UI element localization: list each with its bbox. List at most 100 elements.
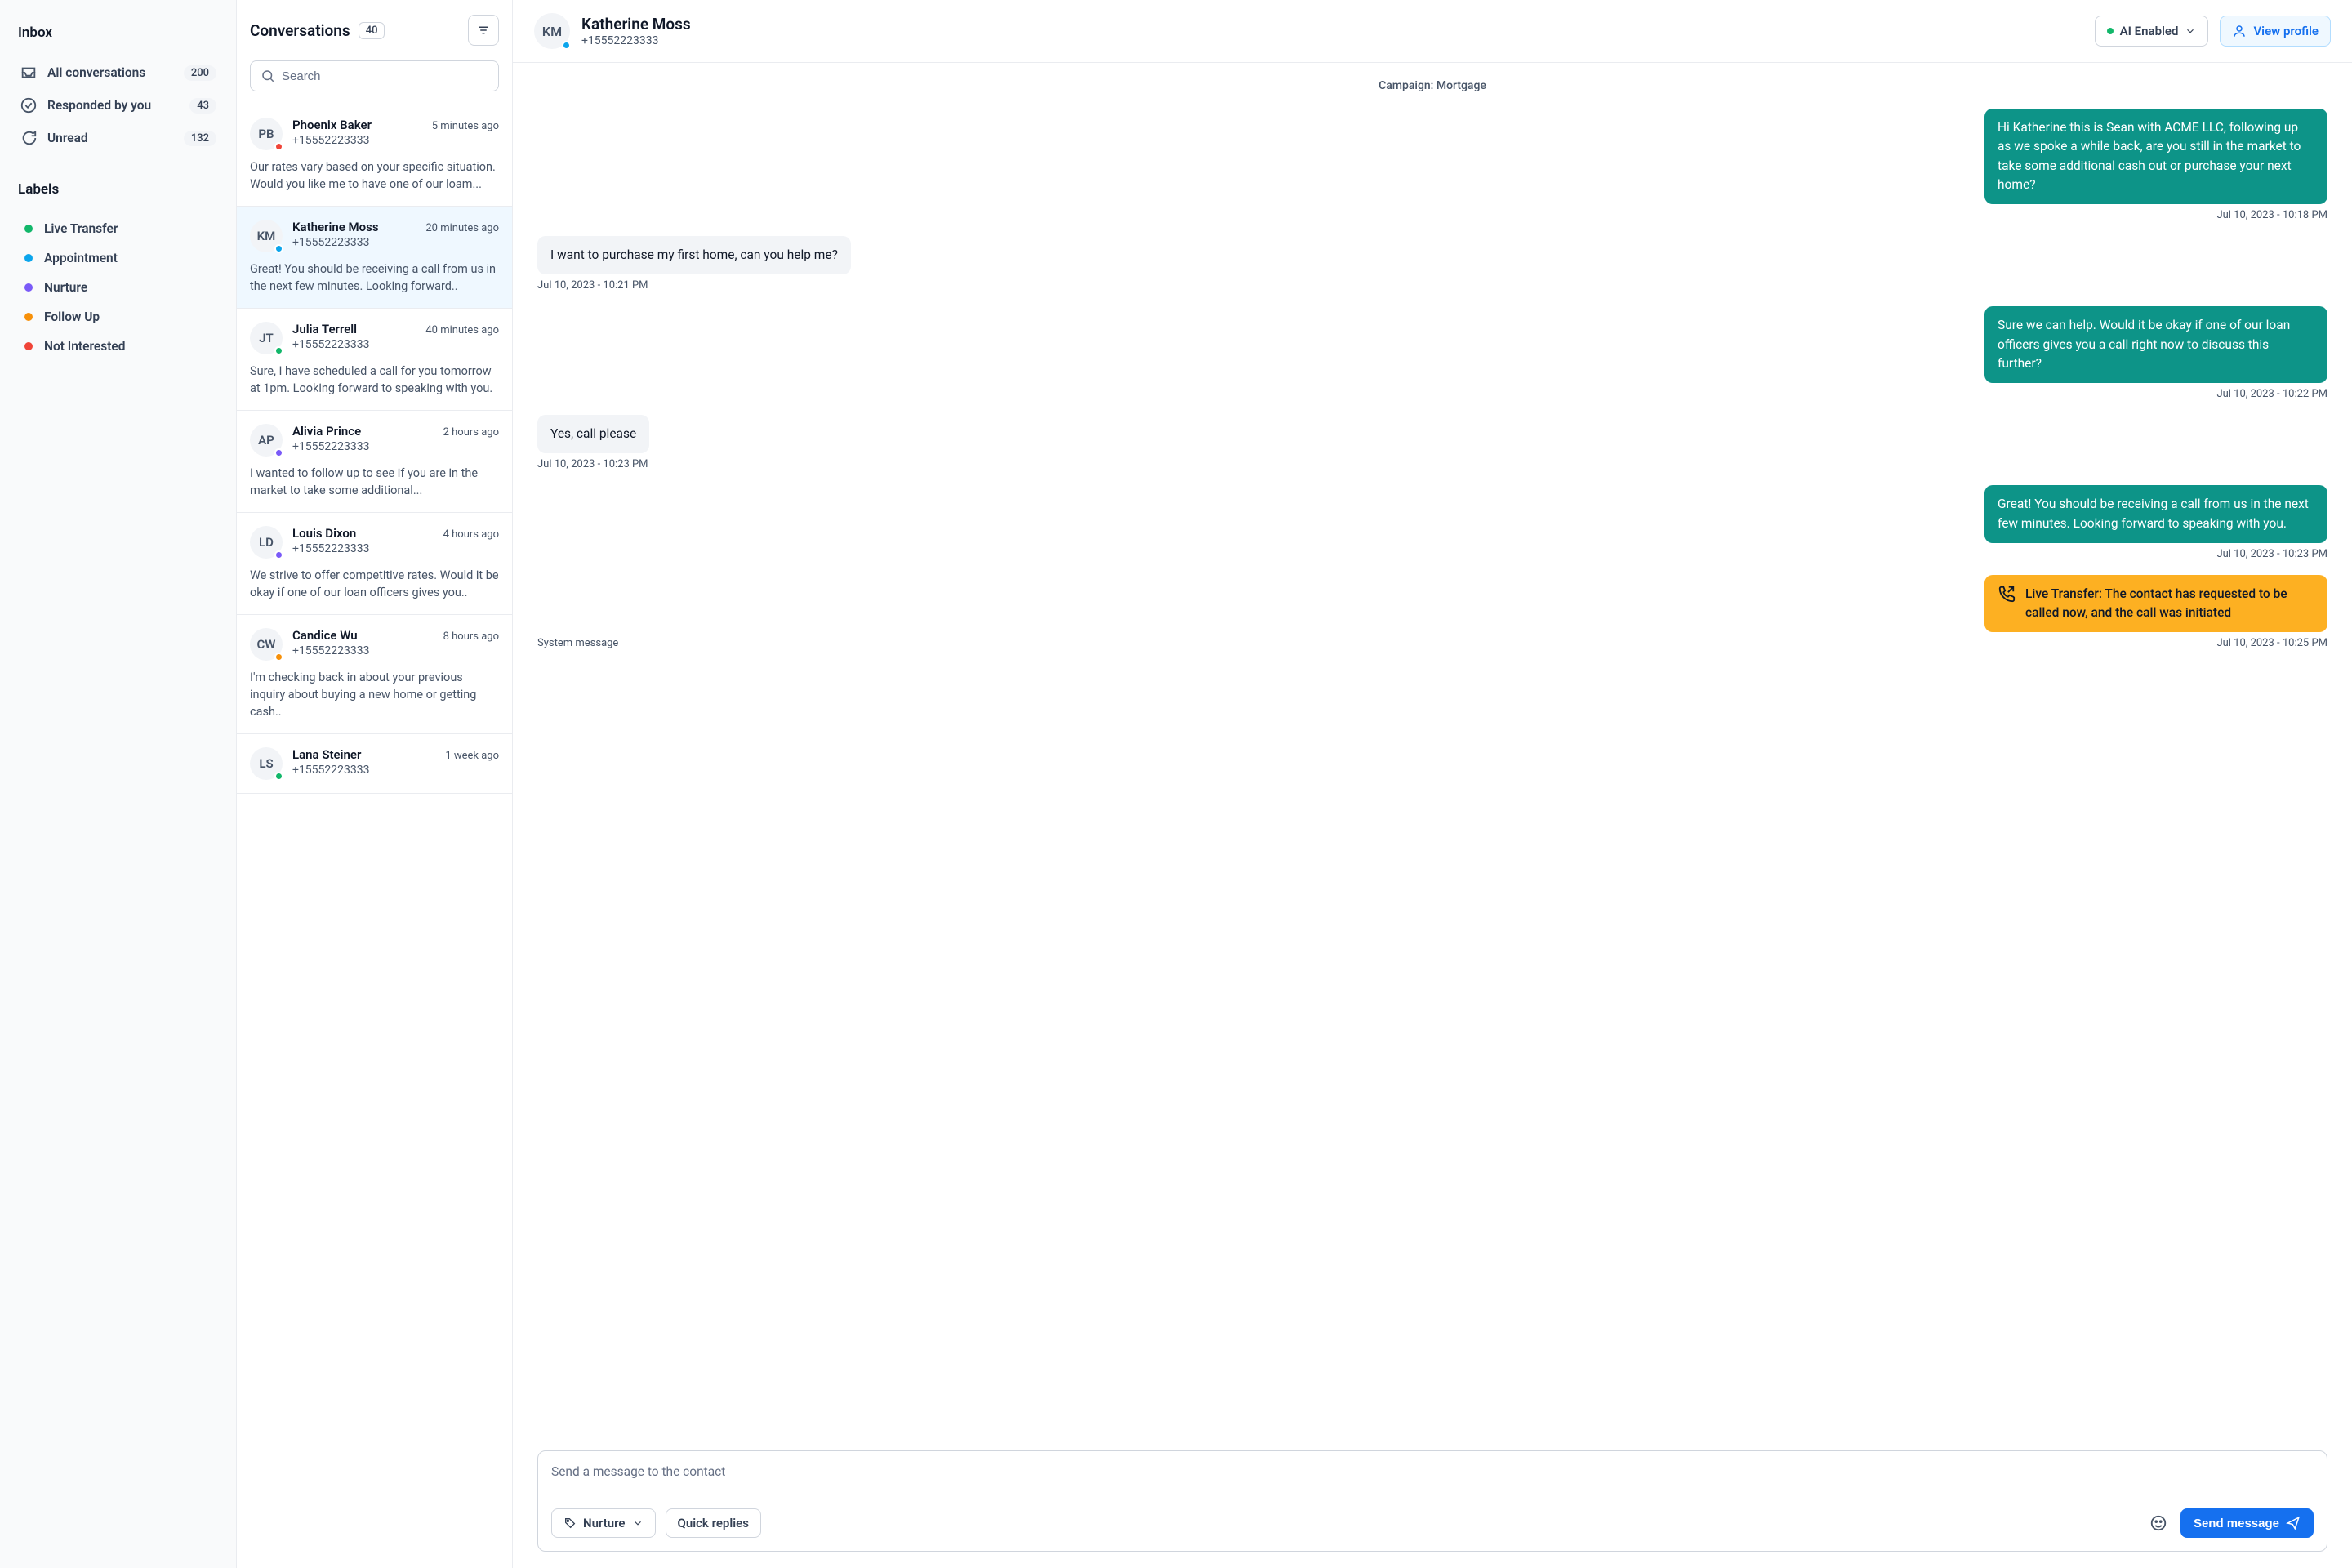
conversation-phone: +15552223333 <box>292 134 499 147</box>
nav-all-conversations[interactable]: All conversations 200 <box>15 57 221 88</box>
inbox-icon <box>20 64 38 82</box>
message-time: Jul 10, 2023 - 10:18 PM <box>537 209 2328 221</box>
message-time: Jul 10, 2023 - 10:22 PM <box>537 388 2328 400</box>
label-dot-icon <box>24 342 33 350</box>
avatar: LD <box>250 526 283 559</box>
status-dot <box>274 772 283 781</box>
contact-phone: +15552223333 <box>581 34 691 47</box>
nav-unread[interactable]: Unread 132 <box>15 122 221 154</box>
chevron-down-icon <box>632 1517 644 1529</box>
status-dot <box>274 448 283 457</box>
filter-button[interactable] <box>468 15 499 46</box>
conversation-list: PB Phoenix Baker 5 minutes ago +15552223333… <box>237 105 512 1568</box>
tag-select-button[interactable]: Nurture <box>551 1508 656 1538</box>
labels-heading: Labels <box>15 181 221 198</box>
search-wrapper <box>250 60 499 91</box>
conversation-time: 1 week ago <box>445 750 499 762</box>
chevron-down-icon <box>2185 25 2196 37</box>
conversation-item[interactable]: LSLana Steiner1 week ago+15552223333 <box>237 734 512 794</box>
composer: Nurture Quick replies Send message <box>537 1450 2328 1552</box>
conversation-phone: +15552223333 <box>292 236 499 249</box>
quick-replies-button[interactable]: Quick replies <box>666 1508 761 1538</box>
messages-area[interactable]: Campaign: Mortgage Hi Katherine this is … <box>513 63 2352 1450</box>
conversation-item[interactable]: JT Julia Terrell 40 minutes ago +1555222333… <box>237 309 512 411</box>
conversation-item[interactable]: LDLouis Dixon4 hours ago+15552223333We s… <box>237 513 512 615</box>
status-dot <box>274 142 283 151</box>
reply-icon <box>20 96 38 114</box>
label-item[interactable]: Nurture <box>15 273 221 302</box>
filter-icon <box>476 23 491 38</box>
search-icon <box>261 69 275 83</box>
conversation-phone: +15552223333 <box>292 542 499 555</box>
status-dot <box>274 346 283 355</box>
status-dot <box>562 41 571 50</box>
avatar-initials: CW <box>257 637 276 652</box>
message-time: Jul 10, 2023 - 10:21 PM <box>537 279 2328 292</box>
conversation-time: 40 minutes ago <box>425 324 499 336</box>
conversation-time: 4 hours ago <box>443 528 499 541</box>
conversation-preview: Our rates vary based on your specific si… <box>250 158 499 193</box>
avatar: JT <box>250 322 283 354</box>
conversation-phone: +15552223333 <box>292 644 499 657</box>
send-button[interactable]: Send message <box>2180 1508 2314 1538</box>
conversation-item[interactable]: APAlivia Prince2 hours ago+15552223333I … <box>237 411 512 513</box>
avatar-initials: PB <box>258 127 274 141</box>
search-input[interactable] <box>282 69 488 83</box>
avatar-initials: KM <box>257 229 276 243</box>
conversation-name: Katherine Moss <box>292 220 379 234</box>
conversation-item[interactable]: CWCandice Wu8 hours ago+15552223333I'm c… <box>237 615 512 734</box>
conversation-name: Louis Dixon <box>292 526 356 541</box>
message-time: Jul 10, 2023 - 10:23 PM <box>537 548 2328 560</box>
message-input[interactable] <box>551 1464 2314 1494</box>
conversation-name: Lana Steiner <box>292 747 361 762</box>
label-dot-icon <box>24 283 33 292</box>
conversation-time: 20 minutes ago <box>425 222 499 234</box>
avatar-initials: AP <box>258 433 274 448</box>
nav-responded[interactable]: Responded by you 43 <box>15 90 221 121</box>
conversation-preview: Sure, I have scheduled a call for you to… <box>250 363 499 397</box>
label-item[interactable]: Follow Up <box>15 302 221 332</box>
contact-name: Katherine Moss <box>581 15 691 33</box>
emoji-button[interactable] <box>2146 1511 2171 1535</box>
conversations-count: 40 <box>359 22 385 39</box>
conversation-name: Julia Terrell <box>292 322 357 336</box>
label-text: Live Transfer <box>44 221 118 236</box>
label-item[interactable]: Appointment <box>15 243 221 273</box>
conversation-name: Phoenix Baker <box>292 118 372 132</box>
status-dot-icon <box>2107 28 2114 34</box>
message-bubble: Great! You should be receiving a call fr… <box>1984 485 2328 543</box>
view-profile-button[interactable]: View profile <box>2220 16 2331 47</box>
tag-icon <box>564 1517 577 1530</box>
chat-header: KM Katherine Moss +15552223333 AI Enable… <box>513 0 2352 63</box>
conversation-time: 5 minutes ago <box>432 120 499 132</box>
conversation-item[interactable]: PB Phoenix Baker 5 minutes ago +15552223333… <box>237 105 512 207</box>
campaign-label: Campaign: Mortgage <box>537 79 2328 92</box>
conversation-preview: Great! You should be receiving a call fr… <box>250 261 499 295</box>
ai-label: AI Enabled <box>2120 24 2179 38</box>
conversation-name: Candice Wu <box>292 628 358 643</box>
ai-enabled-button[interactable]: AI Enabled <box>2095 16 2209 47</box>
label-dot-icon <box>24 225 33 233</box>
label-item[interactable]: Live Transfer <box>15 214 221 243</box>
conversation-phone: +15552223333 <box>292 338 499 351</box>
nav-label: Unread <box>47 131 174 145</box>
avatar-initials: JT <box>259 331 274 345</box>
conversation-name: Alivia Prince <box>292 424 361 439</box>
conversation-time: 2 hours ago <box>443 426 499 439</box>
label-text: Nurture <box>44 280 87 295</box>
user-icon <box>2232 24 2247 38</box>
view-profile-label: View profile <box>2253 24 2319 38</box>
avatar-initials: LS <box>259 756 273 771</box>
status-dot <box>274 550 283 559</box>
system-message: Live Transfer: The contact has requested… <box>1984 575 2328 633</box>
message-time: Jul 10, 2023 - 10:23 PM <box>537 458 2328 470</box>
tag-label: Nurture <box>583 1516 626 1530</box>
conversation-preview: I'm checking back in about your previous… <box>250 669 499 720</box>
label-text: Follow Up <box>44 310 100 324</box>
conversation-item[interactable]: KM Katherine Moss 20 minutes ago +155522233… <box>237 207 512 309</box>
conversations-title: Conversations <box>250 21 350 40</box>
avatar: PB <box>250 118 283 150</box>
inbox-heading: Inbox <box>15 24 221 41</box>
label-item[interactable]: Not Interested <box>15 332 221 361</box>
conversations-panel: Conversations 40 PB Phoenix Baker 5 minute… <box>237 0 513 1568</box>
